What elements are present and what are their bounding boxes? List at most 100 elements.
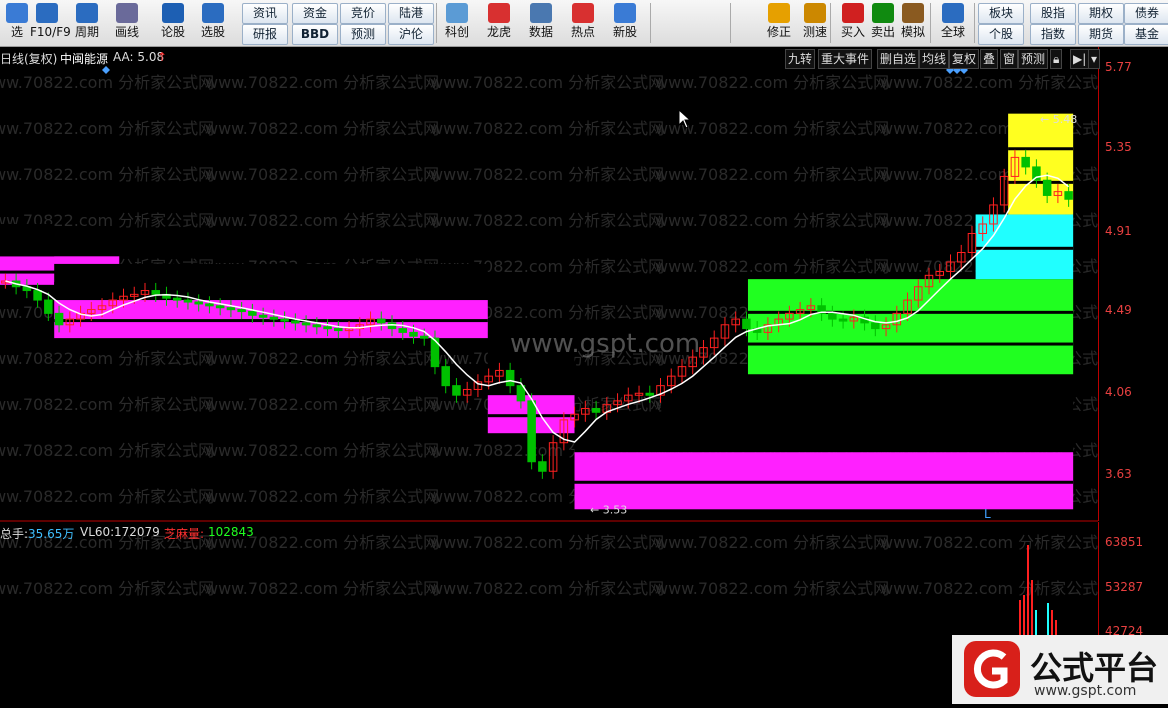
toolbar-separator — [830, 3, 831, 43]
stopwatch-icon — [804, 3, 826, 23]
play-end-icon[interactable]: ▶| — [1070, 49, 1090, 69]
mouse-cursor-icon — [678, 109, 692, 129]
toolbar-button-label: 选 — [10, 25, 23, 39]
toolbar-small-button-15[interactable]: 基金 — [1124, 24, 1168, 45]
candle-body — [377, 318, 386, 324]
toolbar-small-button-14[interactable]: 期货 — [1078, 24, 1124, 45]
toolbar-small-button-5[interactable]: BBD — [292, 24, 338, 45]
watermark-text: www.70822.com 分析家公式网 — [0, 579, 214, 598]
candle-body — [398, 328, 408, 333]
target-icon — [202, 3, 224, 23]
toolbar-button-label: 论股 — [160, 25, 185, 39]
toolbar-button-5[interactable]: 选股 — [196, 2, 230, 44]
tab-1[interactable]: 重大事件 — [818, 49, 873, 69]
toolbar-button-label: 科创 — [444, 25, 469, 39]
toolbar-button-11[interactable]: 修正 — [762, 2, 796, 44]
discuss-icon — [162, 3, 184, 23]
watermark-text: www.70822.com 分析家公式网 — [655, 165, 889, 184]
toolbar-button-15[interactable]: 模拟 — [896, 2, 930, 44]
toolbar-button-14[interactable]: 卖出 — [866, 2, 900, 44]
tab-4[interactable]: 复权 — [949, 49, 980, 69]
toolbar-button-8[interactable]: 数据 — [524, 2, 558, 44]
lock-icon[interactable]: 🔒︎ — [1050, 49, 1063, 69]
band-stripe — [975, 246, 1074, 250]
grid-icon — [36, 3, 58, 23]
refresh-icon — [768, 3, 790, 23]
watermark-text: www.70822.com 分析家公式网 — [0, 73, 214, 92]
toolbar-small-button-3[interactable]: 陆港 — [388, 3, 434, 24]
tab-7[interactable]: 预测 — [1018, 49, 1049, 69]
toolbar-small-button-9[interactable]: 股指 — [1030, 3, 1076, 24]
watermark-text: www.70822.com 分析家公式网 — [430, 119, 664, 138]
candle-body — [33, 290, 42, 301]
watermark-text: www.70822.com 分析家公式网 — [0, 165, 214, 184]
total-volume-value: 35.65万 — [28, 527, 75, 541]
toolbar-small-button-1[interactable]: 资金 — [292, 3, 338, 24]
candle-body — [54, 312, 64, 326]
watermark-text: www.70822.com 分析家公式网 — [430, 165, 664, 184]
vl60-label: VL60: — [80, 525, 115, 539]
band-stripe — [661, 398, 1074, 402]
toolbar-button-label: 选股 — [200, 25, 225, 39]
chevron-down-icon[interactable]: ▾ — [1088, 49, 1101, 69]
toolbar-button-7[interactable]: 龙虎 — [482, 2, 516, 44]
watermark-text: www.70822.com 分析家公式网 — [205, 487, 439, 506]
toolbar-small-button-0[interactable]: 资讯 — [242, 3, 288, 24]
period-label: 日线(复权) — [0, 52, 58, 66]
chart-canvas: www.70822.com 分析家公式网www.70822.com 分析家公式网… — [0, 66, 1114, 640]
tab-5[interactable]: 叠 — [980, 49, 999, 69]
toolbar-small-button-10[interactable]: 期权 — [1078, 3, 1124, 24]
watermark-text: www.70822.com 分析家公式网 — [430, 211, 664, 230]
tab-6[interactable]: 窗 — [1000, 49, 1019, 69]
kline-chart[interactable]: www.70822.com 分析家公式网 www.70822.com 分析家公式网… — [0, 47, 1168, 704]
list-icon — [6, 3, 28, 23]
candle-body — [871, 322, 880, 330]
toolbar-button-10[interactable]: 新股 — [608, 2, 642, 44]
toolbar-separator — [974, 3, 975, 43]
watermark-text: www.70822.com 分析家公式网 — [0, 395, 214, 414]
candle-body — [387, 322, 397, 330]
pe-icon — [530, 3, 552, 23]
watermark-text: www.70822.com 分析家公式网 — [880, 73, 1114, 92]
toolbar-button-12[interactable]: 测速 — [798, 2, 832, 44]
toolbar-button-6[interactable]: 科创 — [440, 2, 474, 44]
tab-3[interactable]: 均线 — [919, 49, 950, 69]
candle-body — [312, 324, 322, 328]
stock-name: 中闽能源 — [60, 52, 109, 66]
toolbar-small-button-6[interactable]: 预测 — [340, 24, 386, 45]
toolbar-small-button-12[interactable]: 个股 — [978, 24, 1024, 45]
l-marker: L — [984, 507, 991, 521]
toolbar-button-label: F10/F9 — [30, 25, 71, 39]
toolbar-button-9[interactable]: 热点 — [566, 2, 600, 44]
candle-body — [323, 326, 332, 330]
candle-body — [183, 299, 193, 303]
toolbar-small-button-13[interactable]: 指数 — [1030, 24, 1076, 45]
toolbar-small-button-8[interactable]: 板块 — [978, 3, 1024, 24]
high-price-label: ← 5.48 — [1040, 113, 1077, 126]
toolbar-button-13[interactable]: 买入 — [836, 2, 870, 44]
zhima-value: 102843 — [208, 525, 254, 539]
watermark-text: www.70822.com 分析家公式网 — [205, 441, 439, 460]
toolbar-small-button-11[interactable]: 债券 — [1124, 3, 1168, 24]
gspt-logo: 公式平台 www.gspt.com — [952, 635, 1168, 704]
toolbar-button-4[interactable]: 论股 — [156, 2, 190, 44]
candle-body — [291, 320, 300, 324]
toolbar-button-1[interactable]: F10/F9 — [30, 2, 71, 44]
toolbar-button-3[interactable]: 画线 — [110, 2, 144, 44]
globe-icon — [942, 3, 964, 23]
toolbar-button-label: 数据 — [528, 25, 553, 39]
watermark-text: www.70822.com 分析家公式网 — [655, 211, 889, 230]
toolbar-button-label: 周期 — [74, 25, 99, 39]
toolbar-small-button-7[interactable]: 沪伦 — [388, 24, 434, 45]
toolbar-small-button-2[interactable]: 竞价 — [340, 3, 386, 24]
watermark-text: www.70822.com 分析家公式网 — [0, 119, 214, 138]
toolbar-button-2[interactable]: 周期 — [70, 2, 104, 44]
watermark-text: www.70822.com 分析家公式网 — [430, 579, 664, 598]
tab-2[interactable]: 删自选 — [877, 49, 920, 69]
candle-body — [1042, 179, 1052, 196]
toolbar-small-button-4[interactable]: 研报 — [242, 24, 288, 45]
tab-0[interactable]: 九转 — [785, 49, 816, 69]
toolbar-button-16[interactable]: 全球 — [936, 2, 970, 44]
toolbar-button-0[interactable]: 选 — [0, 2, 34, 44]
candle-body — [226, 307, 236, 311]
